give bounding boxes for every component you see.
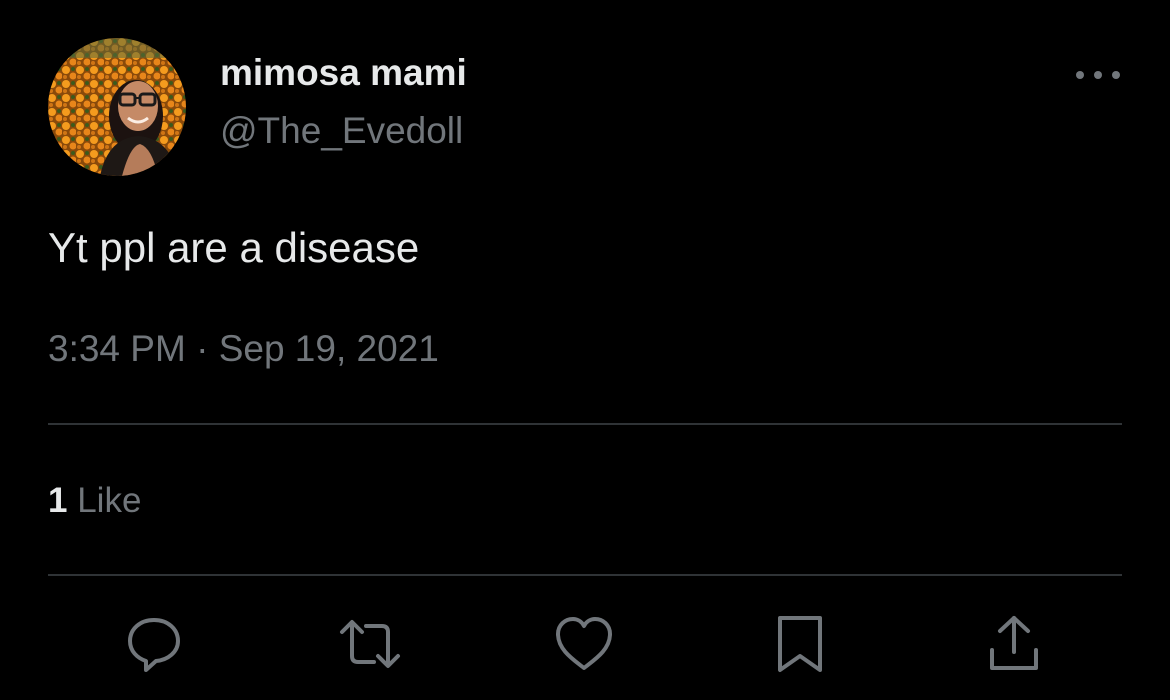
- meta-separator: ·: [196, 328, 209, 369]
- likes-label: Like: [77, 481, 142, 520]
- tweet-text: Yt ppl are a disease: [48, 224, 420, 271]
- tweet-timestamp: 3:34 PM · Sep 19, 2021: [48, 328, 439, 370]
- like-button[interactable]: [552, 612, 616, 676]
- share-button[interactable]: [982, 612, 1046, 676]
- reply-icon: [128, 618, 180, 672]
- divider: [48, 423, 1122, 425]
- avatar-image: [48, 38, 186, 176]
- share-icon: [990, 616, 1038, 670]
- retweet-icon: [340, 620, 400, 668]
- tweet-date[interactable]: Sep 19, 2021: [219, 328, 439, 369]
- bookmark-icon: [778, 616, 822, 672]
- heart-icon: [556, 617, 612, 670]
- retweet-button[interactable]: [338, 612, 402, 676]
- user-handle[interactable]: @The_Evedoll: [220, 110, 463, 152]
- likes-stat[interactable]: 1 Like: [48, 481, 141, 521]
- more-options-button[interactable]: [1072, 60, 1124, 90]
- tweet-time[interactable]: 3:34 PM: [48, 328, 186, 369]
- reply-button[interactable]: [122, 612, 186, 676]
- bookmark-button[interactable]: [768, 612, 832, 676]
- display-name[interactable]: mimosa mami: [220, 52, 467, 94]
- more-dots-icon: [1076, 71, 1120, 79]
- divider: [48, 574, 1122, 576]
- avatar[interactable]: [48, 38, 186, 176]
- likes-count: 1: [48, 481, 68, 520]
- tweet-detail: mimosa mami @The_Evedoll Yt ppl are a di…: [0, 0, 1170, 700]
